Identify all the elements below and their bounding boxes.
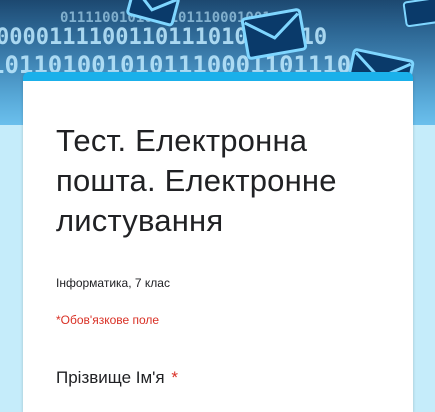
question-label: Прізвище Ім'я bbox=[56, 368, 165, 387]
required-asterisk: * bbox=[171, 368, 178, 387]
form-title: Тест. Електронна пошта. Електронне листу… bbox=[56, 123, 337, 238]
form-description: Інформатика, 7 клас bbox=[56, 276, 170, 290]
required-field-note: *Обов'язкове поле bbox=[56, 313, 160, 327]
form-header-card: Тест. Електронна пошта. Електронне листу… bbox=[23, 72, 413, 412]
envelope-icon bbox=[402, 0, 435, 28]
envelope-icon bbox=[240, 8, 308, 60]
question-full-name: Прізвище Ім'я * bbox=[56, 368, 178, 388]
